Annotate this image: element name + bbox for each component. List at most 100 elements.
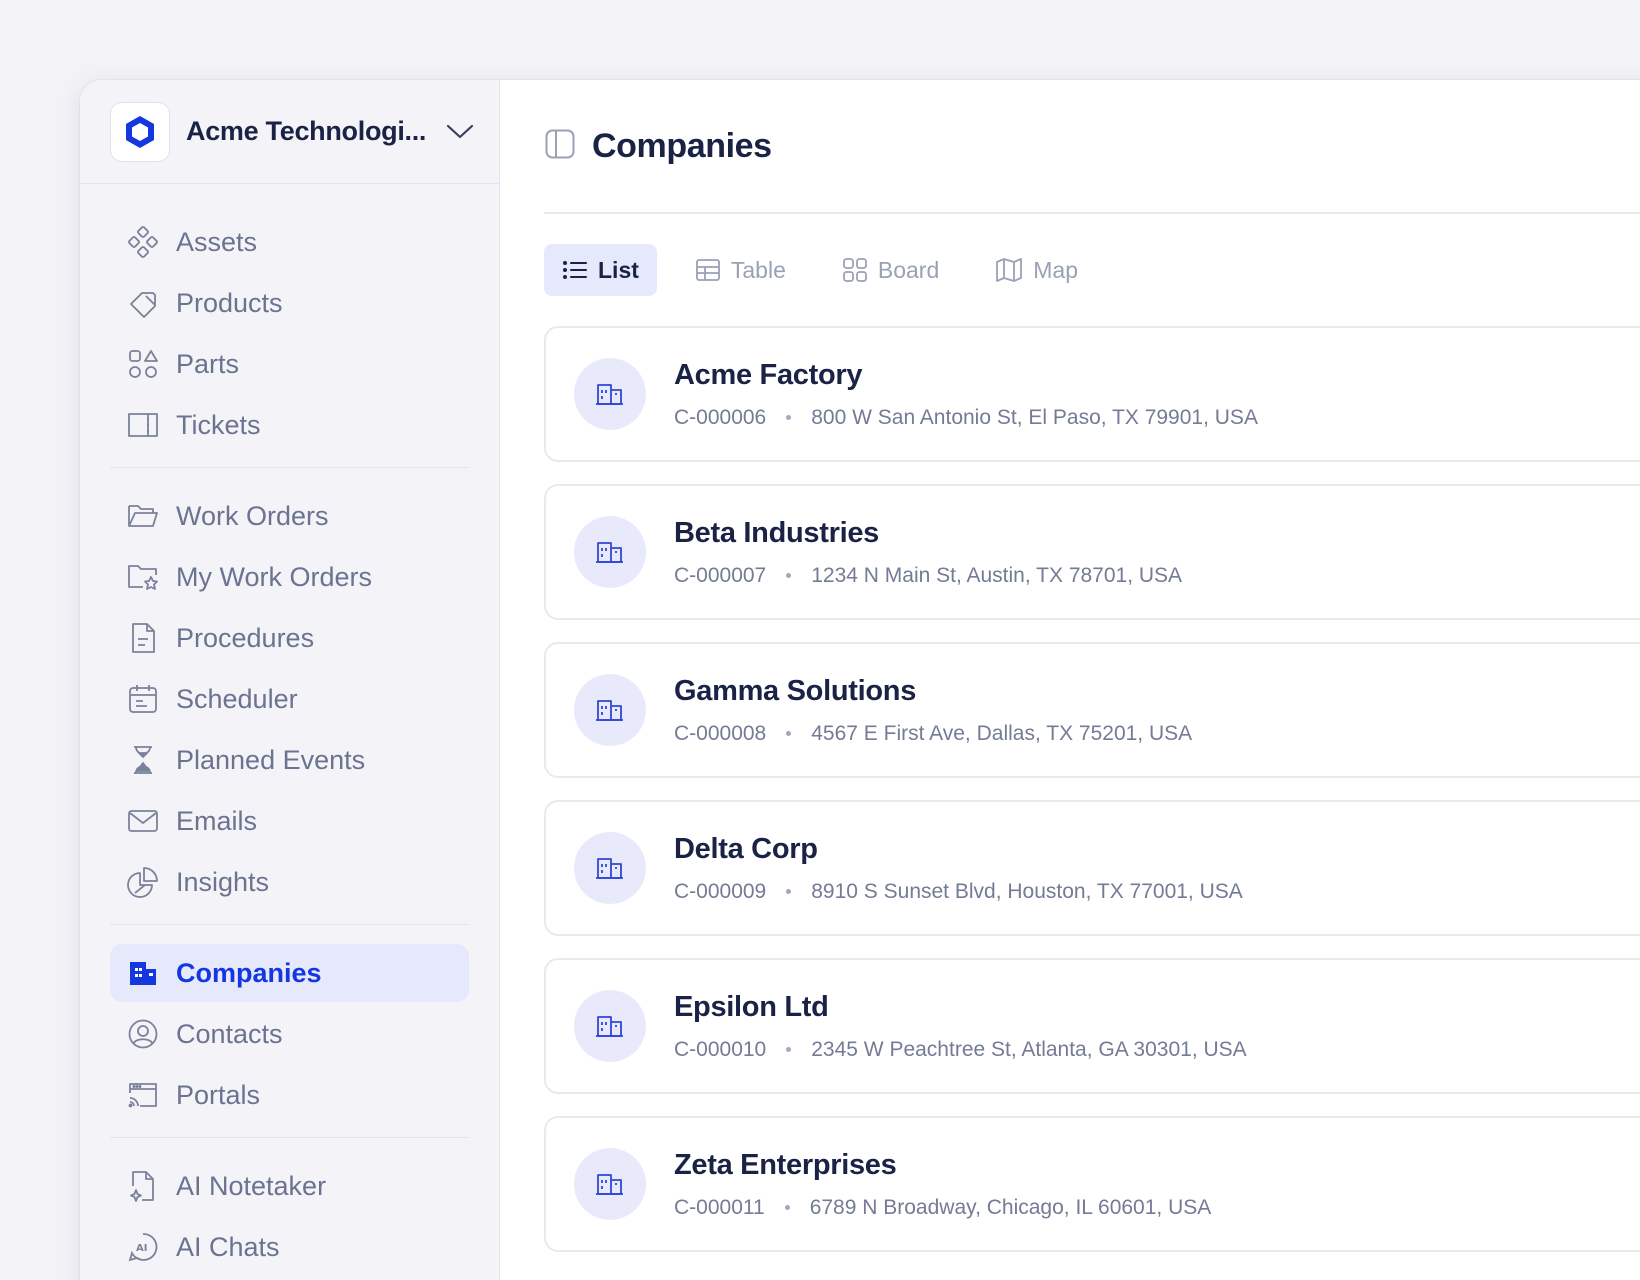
chevron-down-icon[interactable] [446,124,474,140]
sidebar-toggle-icon[interactable] [544,128,576,165]
company-list: Acme Factory C-000006 800 W San Antonio St… [544,326,1640,1252]
company-info: Delta Corp C-000009 8910 S Sunset Blvd, Ho… [674,833,1243,904]
sidebar-item-label: Scheduler [176,683,298,714]
sidebar-item-contacts[interactable]: Contacts [110,1005,469,1063]
sidebar-item-label: AI Notetaker [176,1170,327,1201]
sidebar-item-label: Companies [176,957,322,988]
company-avatar [574,1148,646,1220]
calendar-icon [126,682,160,716]
separator-dot [786,1047,792,1052]
company-code: C-000007 [674,563,767,587]
building-icon [595,539,625,565]
sidebar-item-label: Products [176,287,283,318]
company-name: Beta Industries [674,516,879,549]
sidebar-item-label: Work Orders [176,500,329,531]
view-tab-board[interactable]: Board [824,244,957,296]
sidebar-item-label: Tickets [176,409,261,440]
company-address: 8910 S Sunset Blvd, Houston, TX 77001, U… [811,879,1243,903]
company-card[interactable]: Beta Industries C-000007 1234 N Main St, A… [544,484,1640,620]
company-address: 800 W San Antonio St, El Paso, TX 79901,… [811,405,1258,429]
sidebar-item-products[interactable]: Products [110,274,469,332]
sidebar-item-label: My Work Orders [176,561,373,592]
list-icon [562,259,588,281]
assets-icon [126,225,160,259]
building-icon [595,1013,625,1039]
company-info: Gamma Solutions C-000008 4567 E First Ave,… [674,675,1192,746]
sidebar-nav: Assets Products Parts Tickets Work Orders My … [80,184,499,1280]
sidebar-item-procedures[interactable]: Procedures [110,609,469,667]
company-info: Beta Industries C-000007 1234 N Main St, A… [674,517,1182,588]
company-meta: C-000008 4567 E First Ave, Dallas, TX 752… [674,722,1192,746]
company-name: Acme Factory [674,358,863,391]
company-card[interactable]: Epsilon Ltd C-000010 2345 W Peachtree St, … [544,958,1640,1094]
company-avatar [574,358,646,430]
sidebar-item-emails[interactable]: Emails [110,792,469,850]
page-header: Companies [544,80,1640,214]
sidebar-item-label: AI Chats [176,1231,280,1262]
folder-star-icon [126,560,160,594]
svg-text:AI: AI [136,1243,147,1254]
separator-dot [786,573,792,578]
company-address: 4567 E First Ave, Dallas, TX 75201, USA [811,721,1193,745]
company-card[interactable]: Delta Corp C-000009 8910 S Sunset Blvd, Ho… [544,800,1640,936]
company-name: Epsilon Ltd [674,990,829,1023]
sidebar-item-ai-notetaker[interactable]: AI Notetaker [110,1157,469,1215]
org-name: Acme Technologi... [186,116,427,146]
view-tab-table[interactable]: Table [677,244,804,296]
company-address: 6789 N Broadway, Chicago, IL 60601, USA [809,1195,1212,1219]
sidebar-item-ai-chats[interactable]: AI AI Chats [110,1218,469,1276]
separator-dot [786,415,792,420]
map-icon [995,257,1023,283]
view-tab-map[interactable]: Map [977,244,1096,296]
building-icon [595,697,625,723]
sidebar-item-work-orders[interactable]: Work Orders [110,487,469,545]
sidebar-item-assets[interactable]: Assets [110,213,469,271]
company-avatar [574,990,646,1062]
sidebar-group: AI Notetaker AI AI Chats [110,1138,469,1280]
separator-dot [786,731,792,736]
company-address: 1234 N Main St, Austin, TX 78701, USA [811,563,1183,587]
ai-note-icon [126,1169,160,1203]
sidebar-item-portals[interactable]: Portals [110,1066,469,1124]
company-meta: C-000006 800 W San Antonio St, El Paso, T… [674,406,1258,430]
company-code: C-000009 [674,879,767,903]
sidebar-item-my-work-orders[interactable]: My Work Orders [110,548,469,606]
sidebar-item-label: Portals [176,1079,261,1110]
org-switcher[interactable]: Acme Technologi... [80,80,499,184]
building-icon [126,956,160,990]
shapes-icon [126,347,160,381]
sidebar-item-label: Emails [176,805,258,836]
sidebar-item-label: Assets [176,226,258,257]
building-icon [595,1171,625,1197]
company-code: C-000008 [674,721,767,745]
company-name: Delta Corp [674,832,818,865]
sidebar-item-companies[interactable]: Companies [110,944,469,1002]
sidebar-group: Companies Contacts Portals [110,925,469,1138]
sidebar-item-scheduler[interactable]: Scheduler [110,670,469,728]
board-icon [842,257,868,283]
app-window: Acme Technologi... Assets Products Parts Ti… [80,80,1640,1280]
company-card[interactable]: Gamma Solutions C-000008 4567 E First Ave,… [544,642,1640,778]
company-card[interactable]: Acme Factory C-000006 800 W San Antonio St… [544,326,1640,462]
view-tab-list[interactable]: List [544,244,657,296]
sidebar-item-parts[interactable]: Parts [110,335,469,393]
view-tab-label: Table [730,256,786,283]
separator-dot [786,889,792,894]
company-meta: C-000009 8910 S Sunset Blvd, Houston, TX … [674,880,1243,904]
sidebar-item-insights[interactable]: Insights [110,853,469,911]
company-info: Zeta Enterprises C-000011 6789 N Broadway,… [674,1149,1211,1220]
sidebar-item-tickets[interactable]: Tickets [110,396,469,454]
hourglass-icon [126,743,160,777]
sidebar-item-label: Contacts [176,1018,283,1049]
company-info: Epsilon Ltd C-000010 2345 W Peachtree St, … [674,991,1247,1062]
company-meta: C-000011 6789 N Broadway, Chicago, IL 606… [674,1196,1211,1220]
company-card[interactable]: Zeta Enterprises C-000011 6789 N Broadway,… [544,1116,1640,1252]
view-tab-label: Board [877,256,940,283]
company-address: 2345 W Peachtree St, Atlanta, GA 30301, … [811,1037,1247,1061]
sidebar-group: Work Orders My Work Orders Procedures Sched… [110,468,469,925]
sidebar-item-planned-events[interactable]: Planned Events [110,731,469,789]
org-logo [110,101,170,162]
separator-dot [784,1205,790,1210]
view-switcher: List Table Board Map [544,244,1640,296]
company-avatar [574,674,646,746]
